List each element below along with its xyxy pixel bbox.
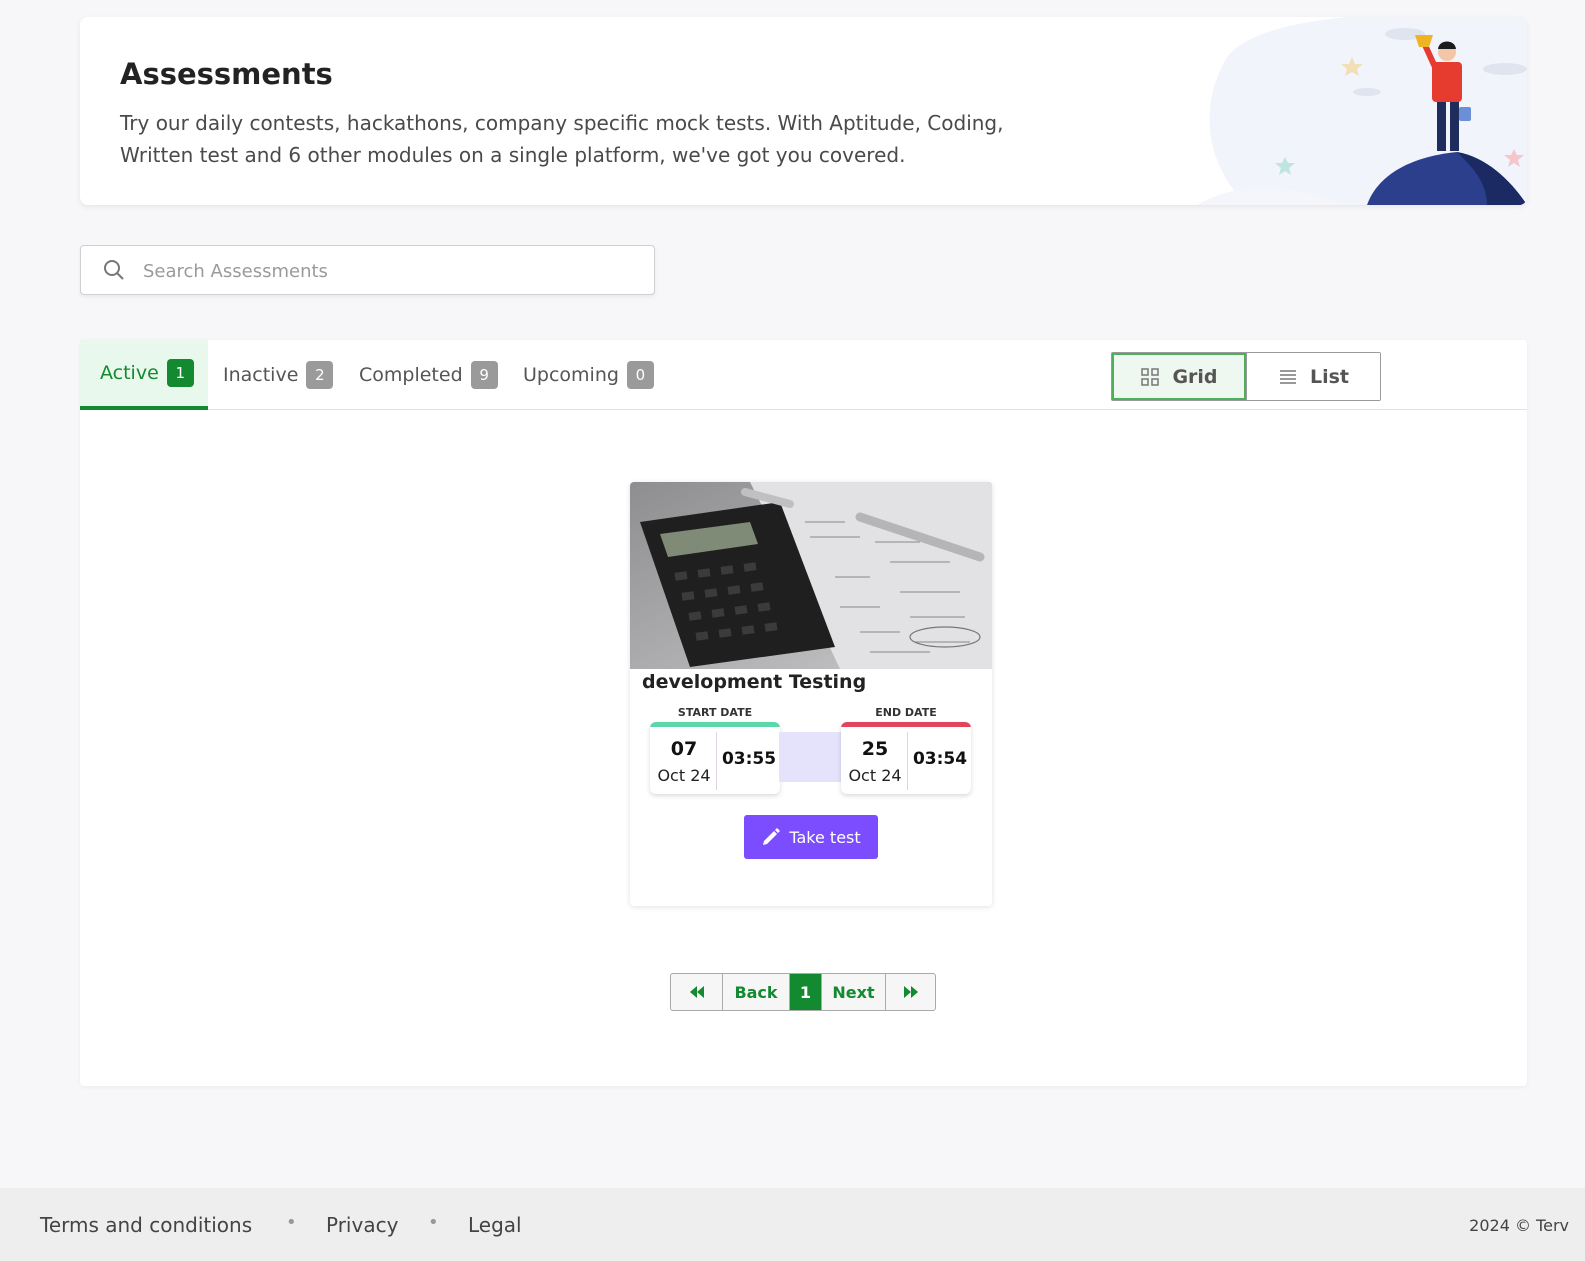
end-date-bar <box>841 722 971 727</box>
tab-inactive[interactable]: Inactive 2 <box>223 340 334 410</box>
start-time: 03:55 <box>721 749 777 769</box>
tab-label: Completed <box>359 364 463 386</box>
page-description: Try our daily contests, hackathons, comp… <box>120 111 1004 167</box>
tab-completed[interactable]: Completed 9 <box>359 340 498 410</box>
trophy-climber-illustration <box>1197 17 1527 205</box>
grid-view-label: Grid <box>1172 365 1218 388</box>
pagination: Back 1 Next <box>670 973 936 1011</box>
back-button[interactable]: Back <box>722 974 789 1010</box>
next-button[interactable]: Next <box>821 974 885 1010</box>
copyright: 2024 © Terv <box>1469 1216 1569 1235</box>
start-month: Oct 24 <box>657 766 711 785</box>
footer-separator: • <box>428 1212 439 1233</box>
tab-bar: Active 1 Inactive 2 Completed 9 Upcoming… <box>80 340 1527 410</box>
calculator-thumbnail <box>630 482 992 669</box>
start-date-box: 07 Oct 24 03:55 <box>650 722 780 794</box>
end-month: Oct 24 <box>848 766 902 785</box>
list-view-label: List <box>1309 365 1349 388</box>
assessments-panel: Active 1 Inactive 2 Completed 9 Upcoming… <box>80 340 1527 1086</box>
date-range-connector <box>779 732 841 782</box>
tab-count-badge: 9 <box>470 361 498 389</box>
privacy-link[interactable]: Privacy <box>326 1213 398 1237</box>
terms-link[interactable]: Terms and conditions <box>40 1213 252 1237</box>
search-input[interactable] <box>143 256 633 286</box>
tab-upcoming[interactable]: Upcoming 0 <box>523 340 654 410</box>
start-date-label: START DATE <box>677 706 753 719</box>
search-icon <box>104 260 124 280</box>
tab-label: Active <box>100 362 159 384</box>
view-toggle: Grid List <box>1111 352 1381 401</box>
pencil-icon <box>763 828 781 845</box>
tab-count-badge: 2 <box>306 361 334 389</box>
tab-label: Inactive <box>223 364 299 386</box>
double-chevron-right-icon <box>903 986 918 998</box>
tab-count-badge: 0 <box>626 361 654 389</box>
tab-label: Upcoming <box>523 364 619 386</box>
end-day: 25 <box>861 738 889 760</box>
grid-view-button[interactable]: Grid <box>1112 353 1246 400</box>
tab-count-badge: 1 <box>166 359 194 387</box>
take-test-button[interactable]: Take test <box>744 815 878 859</box>
assessment-title: development Testing <box>642 671 867 693</box>
search-bar[interactable] <box>80 245 655 295</box>
date-separator <box>716 732 717 790</box>
first-page-button[interactable] <box>671 974 722 1010</box>
end-time: 03:54 <box>912 749 968 769</box>
tab-active[interactable]: Active 1 <box>80 340 208 410</box>
grid-icon <box>1141 367 1160 386</box>
date-separator <box>907 732 908 790</box>
list-view-button[interactable]: List <box>1246 353 1380 400</box>
footer-separator: • <box>286 1212 297 1233</box>
assessments-banner: Assessments Try our daily contests, hack… <box>80 17 1527 205</box>
end-date-box: 25 Oct 24 03:54 <box>841 722 971 794</box>
end-date-label: END DATE <box>875 706 937 719</box>
start-day: 07 <box>670 738 698 760</box>
list-icon <box>1279 369 1296 384</box>
take-test-label: Take test <box>789 827 861 847</box>
last-page-button[interactable] <box>885 974 935 1010</box>
page-1-button[interactable]: 1 <box>789 974 821 1010</box>
start-date-bar <box>650 722 780 727</box>
page-title: Assessments <box>120 57 333 91</box>
assessment-card: development Testing START DATE 07 Oct 24… <box>630 482 992 906</box>
double-chevron-left-icon <box>689 986 704 998</box>
legal-link[interactable]: Legal <box>468 1213 522 1237</box>
footer: Terms and conditions • Privacy • Legal 2… <box>0 1188 1585 1261</box>
